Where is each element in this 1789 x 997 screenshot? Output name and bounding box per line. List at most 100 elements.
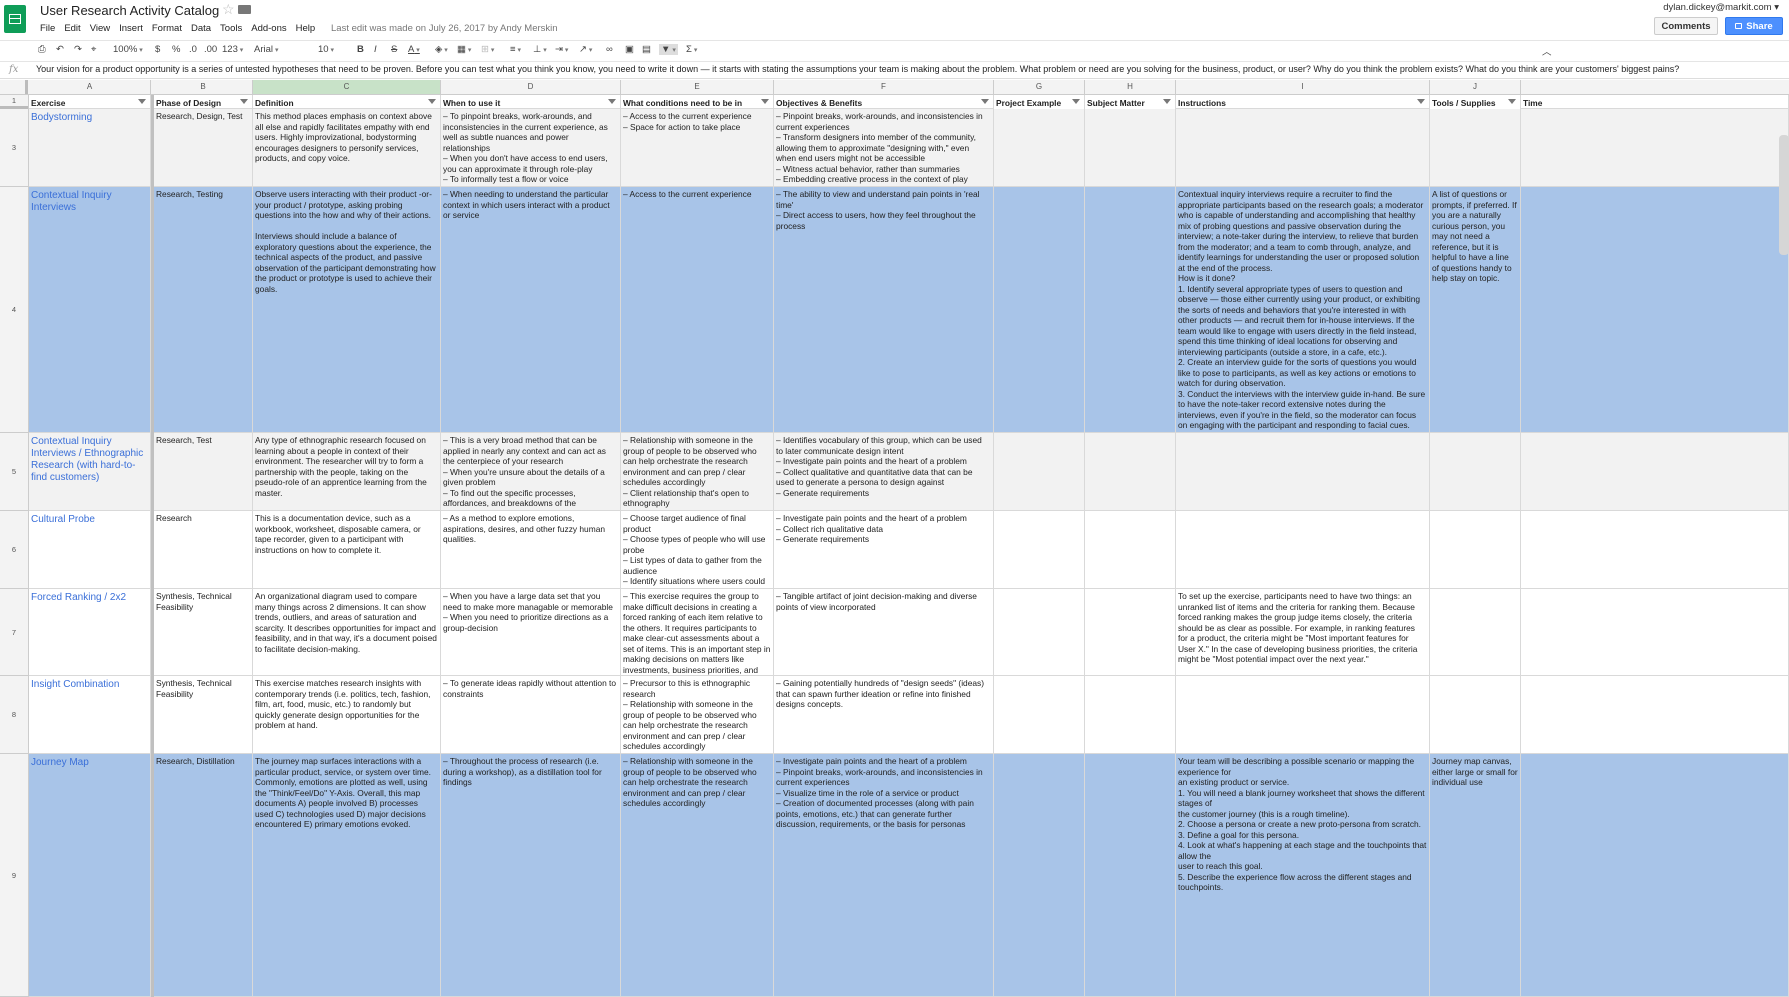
filter-dropdown-icon[interactable] [981, 99, 989, 104]
column-header-j[interactable]: J [1430, 80, 1521, 94]
conditions-cell[interactable]: – Choose target audience of final produc… [621, 511, 774, 589]
phase-cell[interactable]: Synthesis, Technical Feasibility [154, 589, 253, 676]
horizontal-align-icon[interactable]: ≡ [510, 44, 521, 55]
row-header[interactable]: 6 [0, 511, 28, 589]
increase-decimal-button[interactable]: .00 [204, 44, 217, 55]
row-header-1[interactable]: 1 [0, 95, 28, 109]
experts-cell[interactable] [1085, 187, 1176, 433]
font-size-select[interactable]: 10 [318, 44, 334, 55]
objectives-cell[interactable]: – Identifies vocabulary of this group, w… [774, 433, 994, 511]
folder-icon[interactable] [238, 5, 251, 14]
last-edit-link[interactable]: Last edit was made on July 26, 2017 by A… [331, 23, 558, 34]
phase-cell[interactable]: Research, Distillation [154, 754, 253, 997]
currency-format-button[interactable]: $ [155, 44, 160, 55]
header-cell[interactable]: Instructions [1176, 95, 1430, 109]
insert-comment-icon[interactable]: ▣ [625, 44, 634, 55]
menu-format[interactable]: Format [152, 23, 182, 34]
example-cell[interactable] [994, 109, 1085, 187]
text-wrap-icon[interactable]: ⇥ [555, 44, 568, 55]
header-cell[interactable]: Time [1521, 95, 1789, 109]
tools-cell[interactable]: A list of questions or prompts, if prefe… [1430, 187, 1521, 433]
header-cell[interactable]: Definition [253, 95, 441, 109]
text-color-button[interactable]: A [408, 44, 420, 55]
borders-icon[interactable]: ▦ [457, 44, 471, 55]
row-header[interactable]: 3 [0, 109, 28, 187]
definition-cell[interactable]: This method places emphasis on context a… [253, 109, 441, 187]
tools-cell[interactable] [1430, 433, 1521, 511]
row-header[interactable]: 9 [0, 754, 28, 997]
row-header[interactable]: 7 [0, 589, 28, 676]
experts-cell[interactable] [1085, 676, 1176, 754]
filter-dropdown-icon[interactable] [1417, 99, 1425, 104]
definition-cell[interactable]: This is a documentation device, such as … [253, 511, 441, 589]
phase-cell[interactable]: Research, Testing [154, 187, 253, 433]
time-cell[interactable] [1521, 589, 1789, 676]
example-cell[interactable] [994, 754, 1085, 997]
conditions-cell[interactable]: – Access to the current experience – Spa… [621, 109, 774, 187]
filter-dropdown-icon[interactable] [1508, 99, 1516, 104]
column-header-d[interactable]: D [441, 80, 621, 94]
tools-cell[interactable] [1430, 676, 1521, 754]
filter-dropdown-icon[interactable] [240, 99, 248, 104]
frozen-column-divider[interactable] [151, 95, 154, 997]
column-header-b[interactable]: B [154, 80, 253, 94]
exercise-cell[interactable]: Forced Ranking / 2x2 [29, 589, 151, 676]
filter-icon[interactable]: ▼ [659, 44, 678, 55]
column-header-a[interactable]: A [29, 80, 151, 94]
time-cell[interactable] [1521, 754, 1789, 997]
exercise-cell[interactable]: Contextual Inquiry Interviews [29, 187, 151, 433]
example-cell[interactable] [994, 511, 1085, 589]
exercise-cell[interactable]: Journey Map [29, 754, 151, 997]
time-cell[interactable] [1521, 109, 1789, 187]
definition-cell[interactable]: Observe users interacting with their pro… [253, 187, 441, 433]
document-title[interactable]: User Research Activity Catalog [40, 3, 219, 18]
header-cell[interactable]: When to use it [441, 95, 621, 109]
conditions-cell[interactable]: – Precursor to this is ethnographic rese… [621, 676, 774, 754]
vertical-align-icon[interactable]: ⊥ [533, 44, 547, 55]
example-cell[interactable] [994, 187, 1085, 433]
objectives-cell[interactable]: – Gaining potentially hundreds of "desig… [774, 676, 994, 754]
conditions-cell[interactable]: – Access to the current experience [621, 187, 774, 433]
fill-color-icon[interactable]: ◈ [435, 44, 448, 55]
objectives-cell[interactable]: – Investigate pain points and the heart … [774, 511, 994, 589]
share-button[interactable]: Share [1725, 17, 1783, 35]
row-header[interactable]: 8 [0, 676, 28, 754]
experts-cell[interactable] [1085, 109, 1176, 187]
row-header[interactable]: 4 [0, 187, 28, 433]
undo-icon[interactable]: ↶ [56, 44, 64, 55]
menu-view[interactable]: View [90, 23, 110, 34]
menu-edit[interactable]: Edit [64, 23, 80, 34]
vertical-scrollbar[interactable] [1779, 135, 1789, 255]
filter-dropdown-icon[interactable] [428, 99, 436, 104]
tools-cell[interactable] [1430, 511, 1521, 589]
column-header-f[interactable]: F [774, 80, 994, 94]
filter-dropdown-icon[interactable] [761, 99, 769, 104]
merge-cells-icon[interactable]: ⊞ [481, 44, 494, 55]
time-cell[interactable] [1521, 676, 1789, 754]
when-cell[interactable]: – Throughout the process of research (i.… [441, 754, 621, 997]
header-cell[interactable]: Objectives & Benefits [774, 95, 994, 109]
exercise-cell[interactable]: Insight Combination [29, 676, 151, 754]
filter-dropdown-icon[interactable] [138, 99, 146, 104]
exercise-cell[interactable]: Bodystorming [29, 109, 151, 187]
formula-input[interactable]: Your vision for a product opportunity is… [36, 64, 1679, 74]
when-cell[interactable]: – To pinpoint breaks, work-arounds, and … [441, 109, 621, 187]
definition-cell[interactable]: Any type of ethnographic research focuse… [253, 433, 441, 511]
objectives-cell[interactable]: – Investigate pain points and the heart … [774, 754, 994, 997]
when-cell[interactable]: – As a method to explore emotions, aspir… [441, 511, 621, 589]
when-cell[interactable]: – To generate ideas rapidly without atte… [441, 676, 621, 754]
account-menu[interactable]: dylan.dickey@markit.com ▾ [1663, 2, 1779, 13]
objectives-cell[interactable]: – Tangible artifact of joint decision-ma… [774, 589, 994, 676]
phase-cell[interactable]: Research, Design, Test [154, 109, 253, 187]
definition-cell[interactable]: This exercise matches research insights … [253, 676, 441, 754]
menu-tools[interactable]: Tools [220, 23, 242, 34]
column-header-g[interactable]: G [994, 80, 1085, 94]
instructions-cell[interactable]: Your team will be describing a possible … [1176, 754, 1430, 997]
more-formats-select[interactable]: 123 [222, 44, 243, 55]
insert-link-icon[interactable]: ∞ [606, 44, 613, 55]
insert-chart-icon[interactable]: ▤ [642, 44, 651, 55]
italic-button[interactable]: I [374, 44, 377, 55]
header-cell[interactable]: Phase of Design Process [154, 95, 253, 109]
conditions-cell[interactable]: – This exercise requires the group to ma… [621, 589, 774, 676]
comments-button[interactable]: Comments [1654, 17, 1718, 35]
